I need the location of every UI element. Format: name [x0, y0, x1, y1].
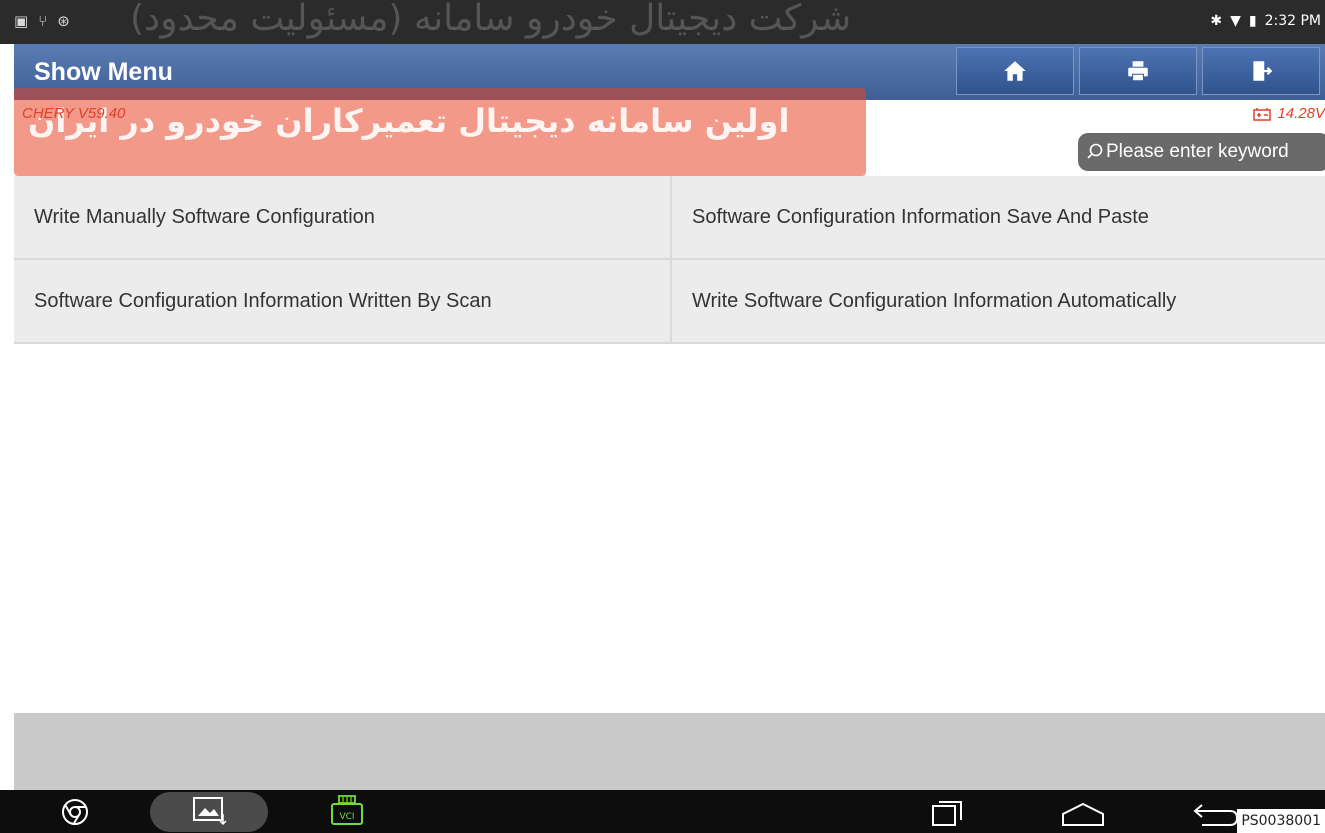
menu-row: Software Configuration Information Writt…	[14, 260, 1325, 344]
vci-icon: VCI	[331, 795, 363, 825]
menu-grid: Write Manually Software Configuration So…	[14, 176, 1325, 344]
watermark-banner: اولین سامانه دیجیتال تعمیرکاران خودرو در…	[14, 88, 866, 176]
battery-icon: ▮	[1248, 13, 1257, 29]
bluetooth-icon: ✱	[1210, 13, 1223, 29]
gallery-icon-wrap	[192, 796, 228, 826]
system-nav-bar: VCI PS0038001	[0, 790, 1325, 833]
status-icons-left: ▣ ⑂ ⊛	[14, 12, 70, 30]
software-version: CHERY V59.40	[22, 105, 126, 122]
watermark-banner-text: اولین سامانه دیجیتال تعمیرکاران خودرو در…	[28, 102, 790, 140]
voltage-value: 14.28V	[1277, 105, 1325, 122]
search-box[interactable]	[1078, 133, 1325, 171]
vci-button[interactable]: VCI	[330, 794, 364, 826]
footer-bar	[14, 713, 1325, 790]
status-bar: ▣ ⑂ ⊛ ✱ ▼ ▮ 2:32 PM شرکت دیجیتال خودرو س…	[0, 0, 1325, 44]
car-battery-icon	[1253, 107, 1272, 121]
bluetooth-circle-icon: ⊛	[57, 12, 70, 30]
chrome-button[interactable]	[60, 797, 90, 827]
search-input[interactable]	[1104, 140, 1325, 164]
home-icon	[1004, 61, 1026, 81]
menu-item-written-by-scan[interactable]: Software Configuration Information Writt…	[14, 260, 672, 342]
watermark-company-name: شرکت دیجیتال خودرو سامانه (مسئولیت محدود…	[130, 0, 852, 39]
menu-item-write-automatically[interactable]: Write Software Configuration Information…	[672, 260, 1325, 342]
menu-item-write-manually[interactable]: Write Manually Software Configuration	[14, 176, 672, 258]
back-arrow-icon	[1193, 804, 1239, 826]
status-icons-right: ✱ ▼ ▮ 2:32 PM	[1210, 13, 1321, 29]
screenshot-icon: ▣	[14, 12, 29, 30]
print-icon	[1128, 61, 1148, 82]
figure-code: PS0038001	[1237, 809, 1325, 833]
wifi-icon: ▼	[1230, 13, 1241, 29]
menu-item-save-and-paste[interactable]: Software Configuration Information Save …	[672, 176, 1325, 258]
search-icon	[1087, 143, 1103, 159]
page-title: Show Menu	[34, 58, 173, 86]
home-button[interactable]	[956, 47, 1074, 95]
recent-apps-button[interactable]	[930, 799, 964, 827]
exit-button[interactable]	[1202, 47, 1320, 95]
chrome-icon	[62, 799, 88, 825]
gallery-icon	[193, 797, 227, 826]
usb-icon: ⑂	[38, 12, 48, 30]
home-nav-button[interactable]	[1060, 801, 1106, 827]
vci-label: VCI	[339, 812, 354, 822]
home-outline-icon	[1062, 802, 1104, 826]
print-button[interactable]	[1079, 47, 1197, 95]
back-button[interactable]	[1192, 801, 1240, 827]
status-time: 2:32 PM	[1264, 13, 1321, 29]
info-bar: اولین سامانه دیجیتال تعمیرکاران خودرو در…	[14, 88, 1325, 176]
menu-row: Write Manually Software Configuration So…	[14, 176, 1325, 260]
exit-icon	[1253, 61, 1273, 81]
battery-voltage: 14.28V	[1253, 105, 1325, 122]
recent-apps-icon	[932, 801, 962, 826]
